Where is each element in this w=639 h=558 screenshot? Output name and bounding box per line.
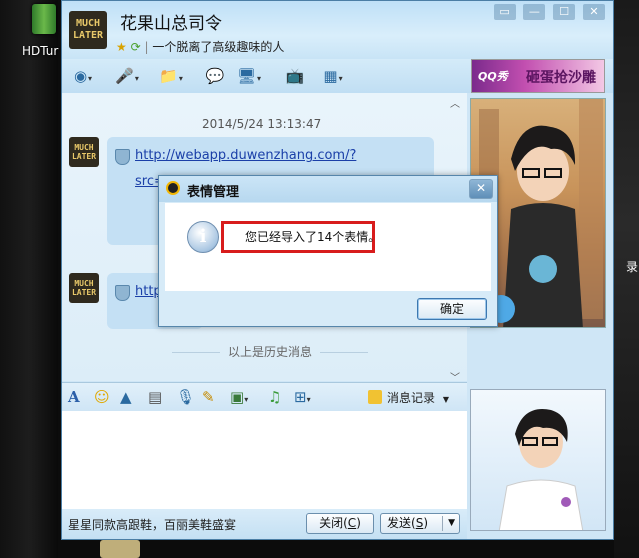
screen-share-icon[interactable]: 📺 [280,65,310,87]
minimize-icon[interactable]: — [523,4,546,20]
chevron-down-icon[interactable]: ▼ [448,514,455,533]
font-icon[interactable]: A [68,388,80,406]
voice-call-icon[interactable]: 🎤▾ [112,65,142,87]
voice-message-icon[interactable]: 🎙 [176,388,195,406]
contact-signature: 一个脱离了高级趣味的人 [152,40,285,54]
more-tools-icon[interactable]: ⊞▾ [294,388,311,406]
dialog-title-bar: 表情管理 ✕ [159,176,497,202]
chevron-up-icon[interactable]: ︿ [450,95,460,110]
sender-avatar[interactable]: MUCH LATER [69,137,99,167]
apps-icon[interactable]: ▦▾ [318,65,348,87]
music-icon[interactable]: ♫ [268,388,281,406]
close-hotkey: C [347,516,357,530]
promo-link[interactable]: 星星同款高跟鞋，百丽美鞋盛宴 [68,516,236,533]
info-icon: i [187,221,219,253]
message-timestamp: 2014/5/24 13:13:47 [202,117,322,131]
contact-avatar[interactable]: MUCH LATER [69,11,107,49]
dialog-close-icon[interactable]: ✕ [469,179,493,199]
emoji-management-dialog: 表情管理 ✕ i 您已经导入了14个表情。 确定 [158,175,498,327]
ad-text: 砸蛋抢沙雕 [526,70,596,86]
chevron-down-icon: ▼ [442,395,449,404]
shield-icon [115,149,130,165]
bottom-bar: 星星同款高跟鞋，百丽美鞋盛宴 关闭(C) 发送(S) ▼ [62,509,467,539]
history-label: 消息记录 [387,391,436,405]
ad-logo: QQ秀 [478,70,508,83]
sender-avatar[interactable]: MUCH LATER [69,273,99,303]
sms-icon[interactable]: 💬 [200,65,230,87]
dialog-body: i 您已经导入了14个表情。 [165,203,491,291]
contact-name[interactable]: 花果山总司令 [120,9,222,34]
message-input[interactable] [62,411,467,509]
contact-status-row: ★ ⟳ | 一个脱离了高级趣味的人 [116,40,285,54]
dialog-title: 表情管理 [187,185,240,200]
qzone-icon[interactable]: ⟳ [131,40,141,54]
send-file-icon[interactable]: 📁▾ [156,65,186,87]
send-label-end: ) [423,516,428,530]
qq-penguin-icon [166,181,180,195]
image-icon[interactable]: ▣▾ [230,388,248,406]
send-label-wrap: 发送(S) [387,514,428,533]
shake-icon[interactable]: ▲ [120,388,132,406]
close-icon[interactable]: ✕ [583,4,605,20]
dialog-footer: 确定 [159,291,497,326]
skin-icon[interactable]: ▭ [493,4,516,20]
remote-desktop-icon[interactable]: 🖥▾ [234,65,264,87]
send-button[interactable]: 发送(S) ▼ [380,513,460,534]
title-bar: MUCH LATER 花果山总司令 ★ ⟳ | 一个脱离了高级趣味的人 ▭ — … [62,1,613,59]
desktop-right-icon-label: 录 [626,260,639,274]
shield-icon [115,285,130,301]
close-label-end: ) [356,516,361,530]
maximize-icon[interactable]: ☐ [553,4,576,20]
history-divider: 以上是历史消息 [150,343,390,360]
close-label: 关闭( [319,516,348,530]
send-label: 发送( [387,516,416,530]
history-icon [368,390,382,404]
doodle-icon[interactable]: ✎ [202,388,215,406]
input-toolbar: A ☺ ▲ ▤ 🎙 ✎ ▣▾ ♫ ⊞▾ 消息记录 ▼ [62,382,467,411]
message-history-button[interactable]: 消息记录 ▼ [368,389,449,406]
split-divider [442,516,443,531]
star-icon[interactable]: ★ [116,40,127,54]
desktop-background [0,0,58,558]
ok-button[interactable]: 确定 [417,298,487,320]
window-controls: ▭ — ☐ ✕ [490,4,605,20]
video-call-icon[interactable]: ◉▾ [68,65,98,87]
desktop-right-background [614,0,639,558]
desktop-icon-hdtur[interactable]: HDTur [2,0,60,80]
screenshot-icon[interactable]: ▤ [148,388,162,406]
my-avatar-illustration [498,409,584,530]
ad-banner[interactable]: QQ秀 砸蛋抢沙雕 [471,59,605,93]
desktop-icon-label: HDTur [22,44,59,58]
desktop-bottom-item [100,540,140,558]
dialog-message: 您已经导入了14个表情。 [245,230,381,244]
my-qqshow-panel[interactable] [470,389,606,531]
emoji-icon[interactable]: ☺ [94,388,110,406]
app-icon [32,4,56,34]
close-button[interactable]: 关闭(C) [306,513,374,534]
